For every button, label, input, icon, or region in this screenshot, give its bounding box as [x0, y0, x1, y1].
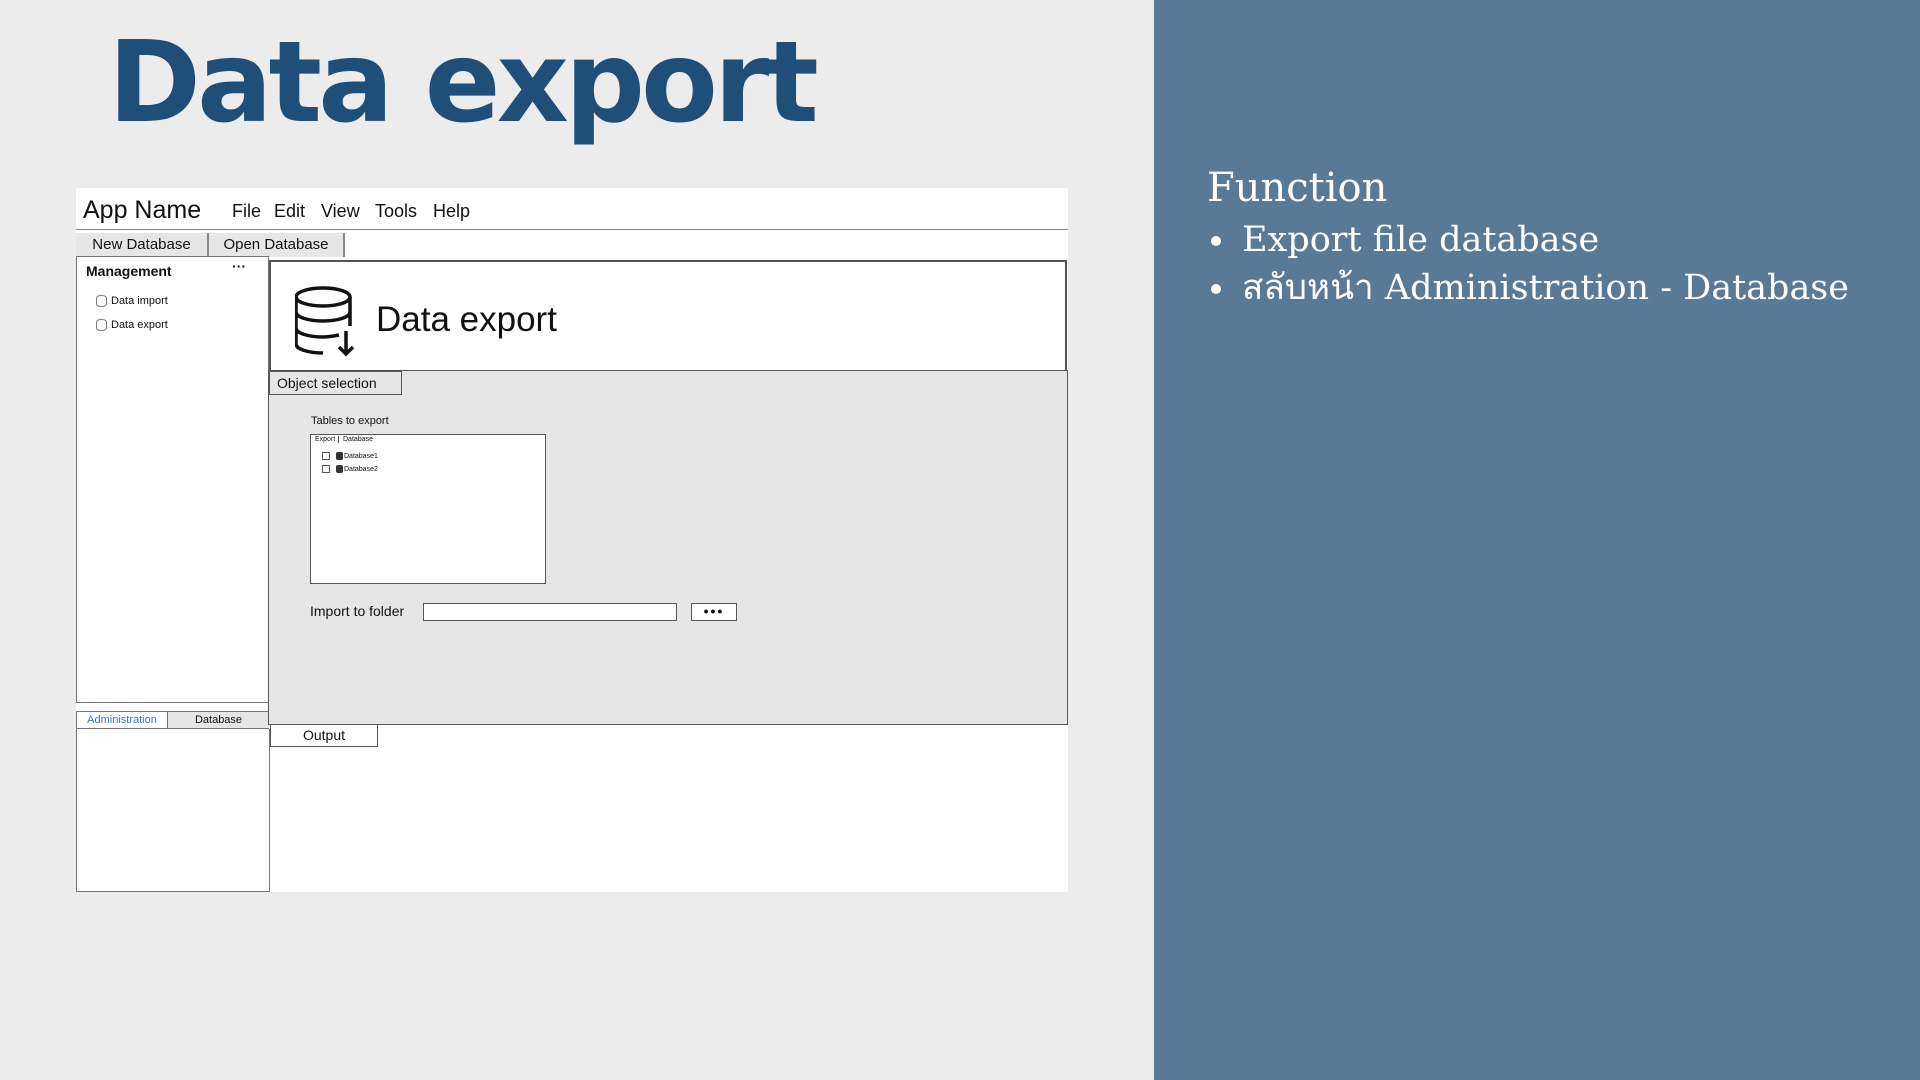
database-icon	[96, 295, 107, 307]
browse-folder-button[interactable]: •••	[691, 603, 737, 621]
function-heading: Function	[1207, 165, 1388, 211]
tables-list: Export Database Database1 Database2	[310, 434, 546, 584]
export-checkbox[interactable]	[322, 452, 330, 460]
table-row: Database1	[322, 452, 378, 460]
management-title: Management	[86, 263, 172, 279]
tree-item-data-export[interactable]: Data export	[96, 319, 168, 331]
tab-object-selection[interactable]: Object selection	[269, 371, 402, 395]
tab-database[interactable]: Database	[168, 712, 269, 728]
tree-item-label: Data import	[111, 295, 168, 307]
app-window-mockup: App Name File Edit View Tools Help New D…	[76, 188, 1068, 892]
management-panel: Management ··· Data import Data export	[76, 256, 269, 703]
menu-view[interactable]: View	[321, 201, 360, 222]
menu-file[interactable]: File	[232, 201, 261, 222]
more-options-icon[interactable]: ···	[232, 258, 246, 274]
tree-item-label: Data export	[111, 319, 168, 331]
database-name: Database2	[344, 465, 378, 473]
tables-label: Tables to export	[311, 415, 389, 427]
app-name: App Name	[83, 196, 202, 224]
content-heading: Data export	[376, 300, 557, 339]
database-icon	[336, 452, 343, 460]
function-panel: Function Export file database สลับหน้า A…	[1154, 0, 1920, 1080]
database-icon	[96, 319, 107, 331]
database-name: Database1	[344, 452, 378, 460]
open-database-button[interactable]: Open Database	[209, 233, 345, 257]
menu-help[interactable]: Help	[433, 201, 470, 222]
table-row: Database2	[322, 465, 378, 473]
left-lower-pane	[76, 729, 270, 892]
left-tab-bar: Administration Database	[76, 711, 269, 729]
tab-output[interactable]: Output	[270, 725, 378, 747]
tab-administration[interactable]: Administration	[77, 712, 168, 728]
menu-edit[interactable]: Edit	[274, 201, 305, 222]
new-database-button[interactable]: New Database	[76, 233, 209, 257]
menu-bar: App Name File Edit View Tools Help	[76, 188, 1068, 230]
slide-title: Data export	[108, 18, 819, 148]
tree-item-data-import[interactable]: Data import	[96, 295, 168, 307]
function-bullet: Export file database	[1238, 218, 1849, 262]
menu-tools[interactable]: Tools	[375, 201, 417, 222]
database-download-icon	[295, 286, 355, 357]
database-icon	[336, 465, 343, 473]
export-checkbox[interactable]	[322, 465, 330, 473]
column-export: Export	[315, 436, 340, 443]
function-list: Export file database สลับหน้า Administra…	[1238, 218, 1849, 314]
function-bullet: สลับหน้า Administration - Database	[1238, 266, 1849, 310]
export-settings-area: Object selection Tables to export Export…	[268, 370, 1068, 725]
folder-label: Import to folder	[310, 603, 405, 619]
folder-path-input[interactable]	[423, 603, 677, 621]
column-database: Database	[343, 436, 373, 443]
